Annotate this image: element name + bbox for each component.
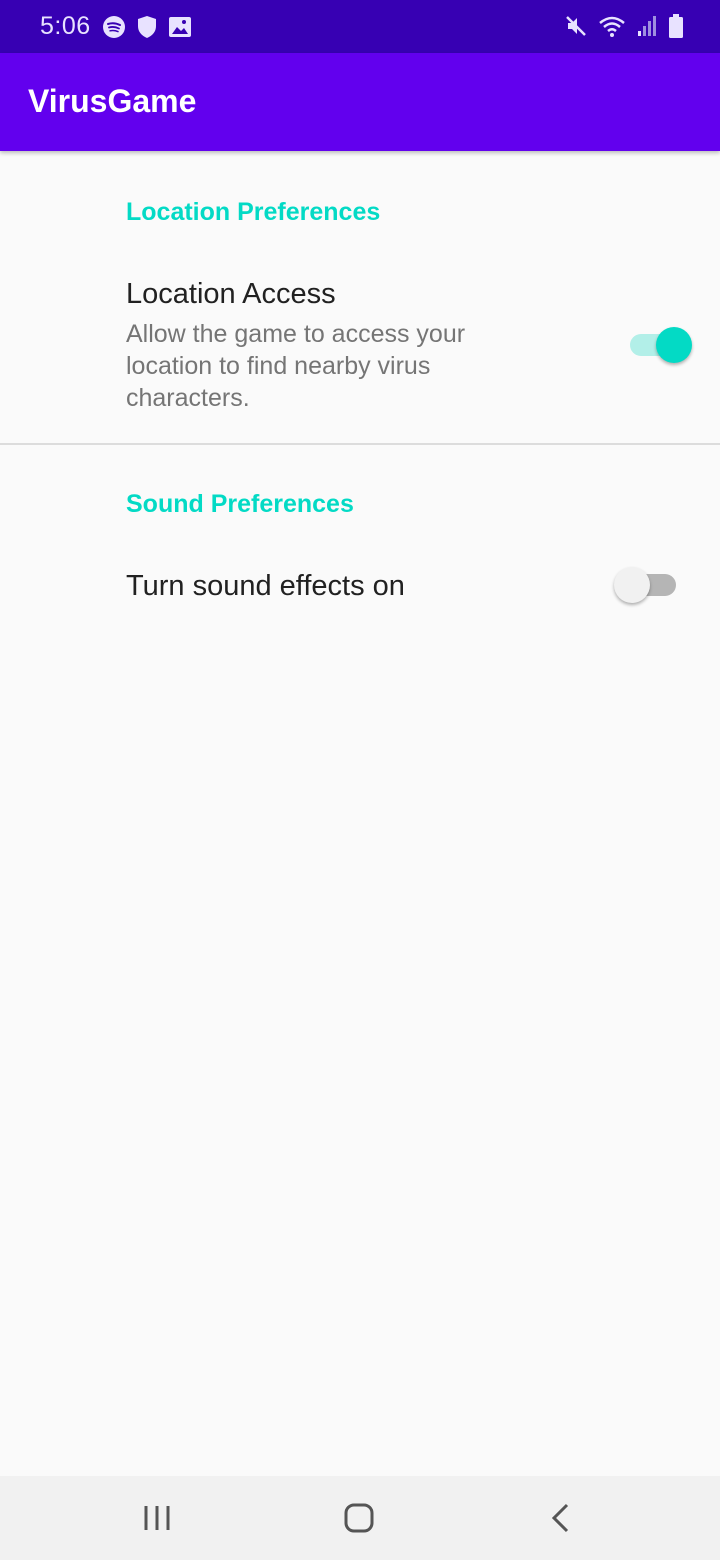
signal-icon	[636, 14, 658, 43]
sound-effects-switch[interactable]	[614, 564, 680, 604]
image-icon	[168, 16, 192, 43]
battery-icon	[668, 13, 684, 44]
spotify-icon	[102, 15, 126, 44]
location-access-title: Location Access	[126, 278, 336, 310]
sound-preferences-header: Sound Preferences	[126, 490, 354, 518]
recents-icon	[144, 1506, 170, 1530]
mute-icon	[564, 14, 588, 43]
navigation-bar	[0, 1476, 720, 1560]
location-access-summary: Allow the game to access your location t…	[126, 320, 466, 412]
status-icons-right	[564, 13, 684, 44]
home-button[interactable]	[339, 1498, 379, 1538]
section-divider	[0, 443, 720, 445]
sound-effects-title: Turn sound effects on	[126, 570, 405, 602]
location-preferences-header: Location Preferences	[126, 198, 381, 226]
home-icon	[344, 1503, 374, 1533]
switch-thumb	[656, 327, 692, 363]
status-icons-left	[102, 15, 192, 44]
switch-thumb	[614, 567, 650, 603]
recents-button[interactable]	[138, 1498, 178, 1538]
wifi-icon	[598, 14, 626, 43]
app-title: VirusGame	[28, 83, 197, 119]
status-bar: 5:06	[0, 0, 720, 53]
back-button[interactable]	[542, 1498, 582, 1538]
back-icon	[551, 1503, 569, 1533]
status-time: 5:06	[40, 12, 91, 40]
location-access-switch[interactable]	[630, 324, 692, 364]
app-bar: VirusGame	[0, 53, 720, 151]
shield-icon	[136, 15, 158, 44]
